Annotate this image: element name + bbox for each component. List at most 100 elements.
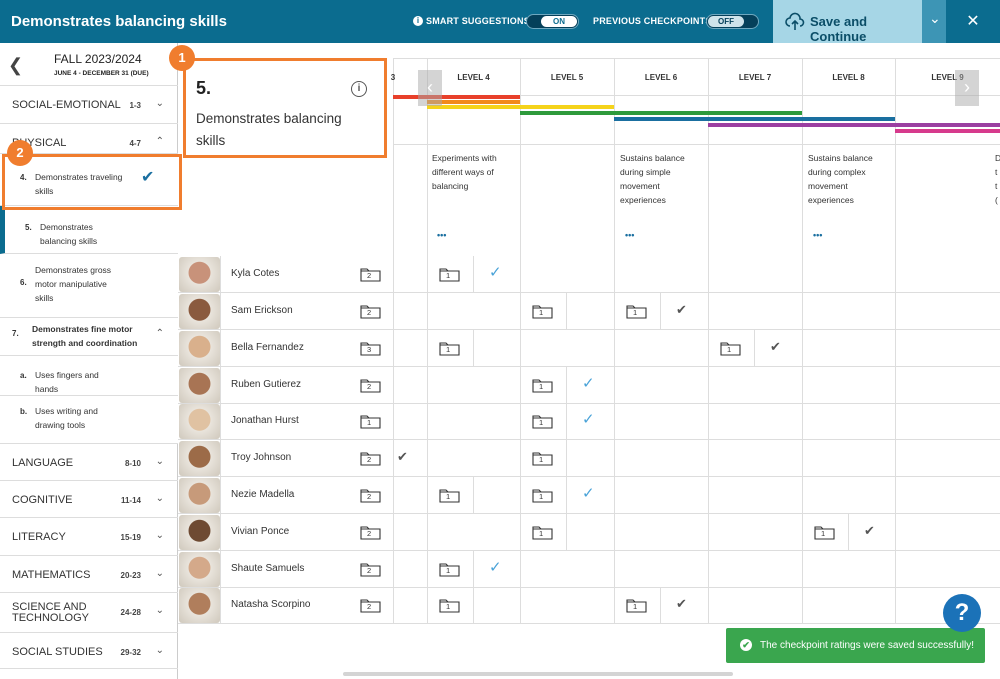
folder-icon[interactable]: 1 [626,597,647,613]
check-icon[interactable]: ✔ [864,523,875,539]
folder-icon[interactable]: 2 [360,377,381,393]
folder-icon[interactable]: 2 [360,450,381,466]
folder-icon[interactable]: 1 [439,340,460,356]
evidence-count: 1 [633,602,638,611]
check-icon[interactable]: ✓ [582,484,595,502]
avatar [179,588,220,623]
folder-icon[interactable]: 3 [360,340,381,356]
close-button[interactable]: ✕ [958,10,988,34]
folder-icon[interactable]: 1 [439,266,460,282]
student-name: Vivian Ponce [231,526,290,537]
previous-checkpoints-label: PREVIOUS CHECKPOINTS [593,16,712,26]
objective-number: b. [20,407,28,416]
domain-mathematics[interactable]: MATHEMATICS 20-23 ⌄ [0,556,178,593]
objective-item-5[interactable]: 5. Demonstrates balancing skills [0,206,178,254]
check-icon[interactable]: ✓ [489,558,502,576]
folder-icon[interactable]: 1 [532,377,553,393]
objective-item-7[interactable]: 7. Demonstrates fine motor strength and c… [0,318,178,356]
progression-bar [708,111,802,115]
folder-icon[interactable]: 1 [626,303,647,319]
row-divider [220,440,221,477]
info-icon[interactable]: i [351,81,367,97]
domain-range: 1-3 [129,101,141,110]
level-header: LEVEL 7 [738,73,772,82]
progression-bar [708,117,802,121]
folder-icon[interactable]: 1 [532,303,553,319]
toast-message: The checkpoint ratings were saved succes… [760,640,974,651]
table-row: Natasha Scorpino 2 1 1 ✔ [178,587,1000,624]
folder-icon[interactable]: 2 [360,597,381,613]
objective-label: Demonstrates gross motor manipulative sk… [35,265,112,303]
folder-icon[interactable]: 1 [439,561,460,577]
student-name: Sam Erickson [231,305,293,316]
check-icon[interactable]: ✔ [770,339,781,355]
domain-social-studies[interactable]: SOCIAL STUDIES 29-32 ⌄ [0,633,178,669]
folder-icon[interactable]: 1 [439,597,460,613]
check-icon[interactable]: ✔ [676,302,687,318]
avatar [179,515,220,550]
back-arrow-icon[interactable]: ❮ [8,55,23,76]
check-icon[interactable]: ✓ [582,410,595,428]
student-name: Shaute Samuels [231,563,305,574]
cell-divider [566,477,567,514]
save-options-dropdown[interactable]: ⌄ [922,0,946,43]
folder-icon[interactable]: 1 [814,524,835,540]
folder-icon[interactable]: 2 [360,561,381,577]
folder-icon[interactable]: 1 [532,450,553,466]
smart-suggestions-toggle[interactable]: ON [526,14,579,29]
check-icon[interactable]: ✔ [397,449,408,465]
evidence-count: 2 [367,455,372,464]
check-icon[interactable]: ✓ [582,374,595,392]
objective-item-6[interactable]: 6. Demonstrates gross motor manipulative … [0,254,178,318]
folder-icon[interactable]: 1 [532,524,553,540]
row-divider [220,256,221,293]
folder-icon[interactable]: 1 [439,487,460,503]
previous-checkpoints-toggle[interactable]: OFF [706,14,759,29]
horizontal-scrollbar[interactable] [343,672,733,676]
domain-cognitive[interactable]: COGNITIVE 11-14 ⌄ [0,481,178,518]
student-name: Kyla Cotes [231,268,280,279]
more-options-icon[interactable]: ••• [813,230,822,240]
folder-icon[interactable]: 2 [360,524,381,540]
help-button[interactable]: ? [943,594,981,632]
cell-divider [473,551,474,588]
info-icon[interactable]: i [413,16,423,26]
folder-icon[interactable]: 1 [532,487,553,503]
student-name: Jonathan Hurst [231,415,299,426]
domain-language[interactable]: LANGUAGE 8-10 ⌄ [0,444,178,481]
objective-item-a[interactable]: a. Uses fingers and hands [0,356,178,396]
domain-range: 4-7 [129,139,141,148]
folder-icon[interactable]: 2 [360,303,381,319]
save-and-continue-button[interactable]: Save and Continue [773,0,922,44]
folder-icon[interactable]: 2 [360,487,381,503]
folder-icon[interactable]: 1 [720,340,741,356]
domain-literacy[interactable]: LITERACY 15-19 ⌄ [0,518,178,556]
scroll-right-button[interactable]: › [955,70,979,106]
cell-divider [473,256,474,293]
progression-bar [614,111,708,115]
domain-name: LANGUAGE [12,457,74,469]
domain-science-and-technology[interactable]: SCIENCE AND TECHNOLOGY 24-28 ⌄ [0,593,178,633]
row-divider [393,330,394,367]
folder-icon[interactable]: 2 [360,266,381,282]
progression-bar [520,105,614,109]
objective-item-b[interactable]: b. Uses writing and drawing tools [0,396,178,444]
more-options-icon[interactable]: ••• [625,230,634,240]
progression-bar [895,129,1000,133]
more-options-icon[interactable]: ••• [437,230,446,240]
scroll-left-button[interactable]: ‹ [418,70,442,106]
row-divider [220,367,221,404]
avatar [179,552,220,587]
student-name: Bella Fernandez [231,342,304,353]
cell-divider [566,403,567,440]
objective-number: 5. [196,78,212,98]
row-divider [393,256,394,293]
row-divider [220,514,221,551]
domain-social-emotional[interactable]: SOCIAL-EMOTIONAL 1-3 ⌄ [0,86,178,124]
folder-icon[interactable]: 1 [532,413,553,429]
check-icon[interactable]: ✔ [676,596,687,612]
folder-icon[interactable]: 1 [360,413,381,429]
cell-divider [473,330,474,367]
row-divider [393,587,394,624]
check-icon[interactable]: ✓ [489,263,502,281]
